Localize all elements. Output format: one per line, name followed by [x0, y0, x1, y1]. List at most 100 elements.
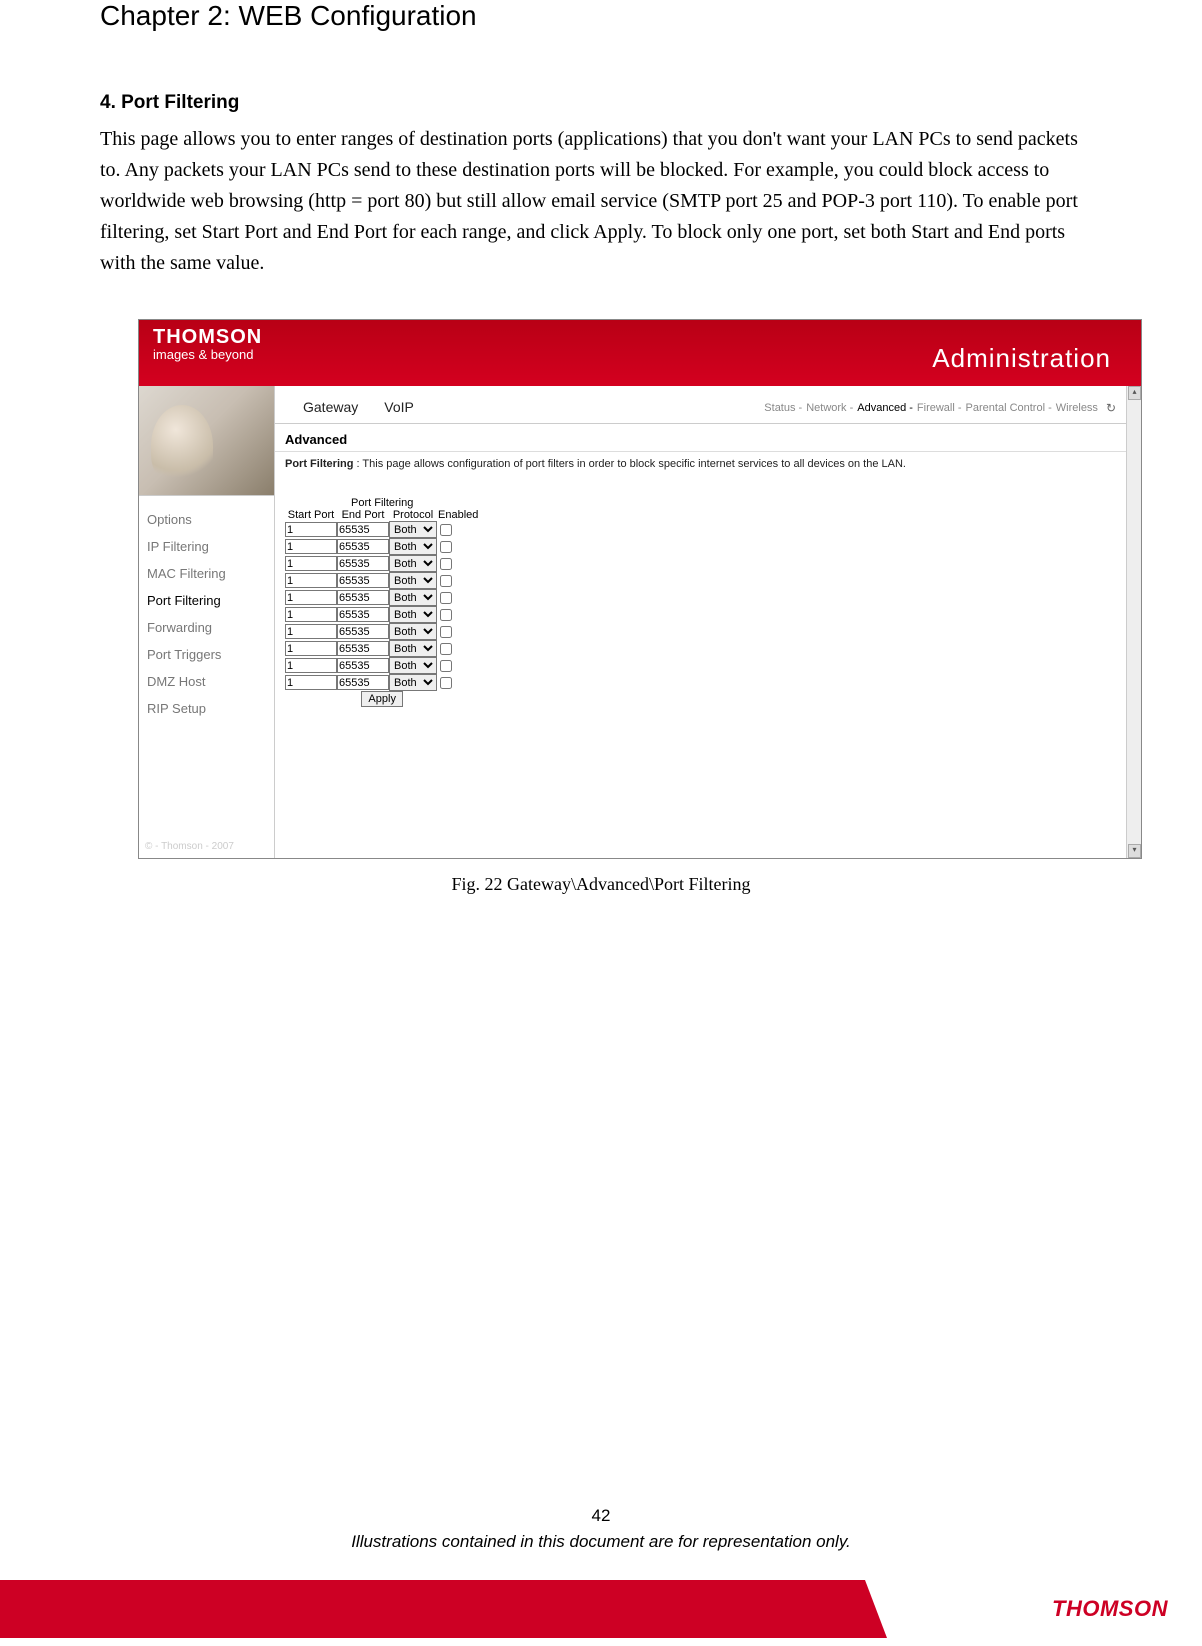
start-port-input[interactable] — [285, 522, 337, 537]
end-port-input[interactable] — [337, 590, 389, 605]
chevron-refresh-icon[interactable]: ↻ — [1106, 401, 1116, 415]
scrollbar[interactable]: ▴ ▾ — [1126, 386, 1141, 858]
admin-screenshot: THOMSON images & beyond Administration O… — [138, 319, 1142, 859]
sidebar-item-options[interactable]: Options — [147, 506, 274, 533]
subnav-status-[interactable]: Status - — [764, 402, 802, 414]
scroll-down-icon[interactable]: ▾ — [1128, 844, 1141, 858]
enabled-checkbox[interactable] — [440, 524, 452, 536]
subnav-wireless[interactable]: Wireless — [1056, 402, 1098, 414]
footer-red-bar — [0, 1580, 865, 1638]
enabled-checkbox[interactable] — [440, 609, 452, 621]
tab-gateway[interactable]: Gateway — [299, 389, 362, 423]
end-port-input[interactable] — [337, 641, 389, 656]
tab-voip[interactable]: VoIP — [380, 389, 418, 423]
end-port-input[interactable] — [337, 675, 389, 690]
sidebar-item-forwarding[interactable]: Forwarding — [147, 614, 274, 641]
protocol-select[interactable]: Both — [389, 589, 437, 606]
illustration-note: Illustrations contained in this document… — [0, 1532, 1202, 1552]
sidebar-photo — [139, 386, 274, 496]
end-port-input[interactable] — [337, 573, 389, 588]
table-caption: Port Filtering — [285, 497, 479, 509]
banner-tagline: images & beyond — [153, 348, 262, 362]
start-port-input[interactable] — [285, 556, 337, 571]
sidebar-item-mac-filtering[interactable]: MAC Filtering — [147, 560, 274, 587]
protocol-select[interactable]: Both — [389, 640, 437, 657]
table-row: Both — [285, 538, 479, 555]
desc-text: : This page allows configuration of port… — [353, 458, 906, 470]
table-row: Both — [285, 657, 479, 674]
subnav-advanced-[interactable]: Advanced - — [857, 402, 913, 414]
section-head: Advanced — [275, 424, 1141, 452]
start-port-input[interactable] — [285, 624, 337, 639]
col-protocol: Protocol — [389, 509, 437, 521]
table-row: Both — [285, 521, 479, 538]
start-port-input[interactable] — [285, 590, 337, 605]
col-end-port: End Port — [337, 509, 389, 521]
end-port-input[interactable] — [337, 539, 389, 554]
table-row: Both — [285, 589, 479, 606]
desc-line: Port Filtering : This page allows config… — [275, 452, 1141, 477]
start-port-input[interactable] — [285, 573, 337, 588]
figure-caption: Fig. 22 Gateway\Advanced\Port Filtering — [100, 874, 1102, 895]
table-row: Both — [285, 572, 479, 589]
chapter-title: Chapter 2: WEB Configuration — [100, 0, 1102, 32]
tab-bar: Gateway VoIP Status - Network - Advanced… — [275, 386, 1141, 424]
sidebar-item-port-filtering[interactable]: Port Filtering — [147, 587, 274, 614]
end-port-input[interactable] — [337, 624, 389, 639]
enabled-checkbox[interactable] — [440, 643, 452, 655]
end-port-input[interactable] — [337, 607, 389, 622]
end-port-input[interactable] — [337, 658, 389, 673]
protocol-select[interactable]: Both — [389, 538, 437, 555]
banner-brand: THOMSON — [153, 326, 262, 348]
col-start-port: Start Port — [285, 509, 337, 521]
protocol-select[interactable]: Both — [389, 674, 437, 691]
end-port-input[interactable] — [337, 556, 389, 571]
port-filter-table: Port Filtering Start PortEnd PortProtoco… — [285, 497, 479, 707]
section-title: 4. Port Filtering — [100, 92, 1102, 114]
sidebar-item-ip-filtering[interactable]: IP Filtering — [147, 533, 274, 560]
enabled-checkbox[interactable] — [440, 558, 452, 570]
banner-right: Administration — [932, 343, 1111, 374]
protocol-select[interactable]: Both — [389, 521, 437, 538]
body-paragraph: This page allows you to enter ranges of … — [100, 124, 1102, 279]
sidebar-item-dmz-host[interactable]: DMZ Host — [147, 668, 274, 695]
start-port-input[interactable] — [285, 539, 337, 554]
banner: THOMSON images & beyond Administration — [139, 320, 1141, 386]
enabled-checkbox[interactable] — [440, 575, 452, 587]
sidebar-item-port-triggers[interactable]: Port Triggers — [147, 641, 274, 668]
col-enabled: Enabled — [437, 509, 479, 521]
enabled-checkbox[interactable] — [440, 541, 452, 553]
protocol-select[interactable]: Both — [389, 606, 437, 623]
main-panel: Gateway VoIP Status - Network - Advanced… — [275, 386, 1141, 858]
start-port-input[interactable] — [285, 658, 337, 673]
start-port-input[interactable] — [285, 675, 337, 690]
apply-button[interactable]: Apply — [361, 691, 403, 707]
end-port-input[interactable] — [337, 522, 389, 537]
protocol-select[interactable]: Both — [389, 657, 437, 674]
scroll-up-icon[interactable]: ▴ — [1128, 386, 1141, 400]
subnav-firewall-[interactable]: Firewall - — [917, 402, 962, 414]
sidebar-copyright: © - Thomson - 2007 — [145, 841, 234, 852]
subnav-network-[interactable]: Network - — [806, 402, 853, 414]
protocol-select[interactable]: Both — [389, 572, 437, 589]
footer-brand: THOMSON — [1052, 1596, 1168, 1622]
table-row: Both — [285, 555, 479, 572]
enabled-checkbox[interactable] — [440, 660, 452, 672]
footer: 42 Illustrations contained in this docum… — [0, 1506, 1202, 1646]
protocol-select[interactable]: Both — [389, 623, 437, 640]
table-row: Both — [285, 606, 479, 623]
start-port-input[interactable] — [285, 607, 337, 622]
table-row: Both — [285, 640, 479, 657]
enabled-checkbox[interactable] — [440, 626, 452, 638]
sidebar-item-rip-setup[interactable]: RIP Setup — [147, 695, 274, 722]
sidebar: OptionsIP FilteringMAC FilteringPort Fil… — [139, 386, 275, 858]
table-row: Both — [285, 674, 479, 691]
start-port-input[interactable] — [285, 641, 337, 656]
protocol-select[interactable]: Both — [389, 555, 437, 572]
enabled-checkbox[interactable] — [440, 677, 452, 689]
page-number: 42 — [0, 1506, 1202, 1526]
enabled-checkbox[interactable] — [440, 592, 452, 604]
table-row: Both — [285, 623, 479, 640]
desc-label: Port Filtering — [285, 458, 353, 470]
subnav-parental-control-[interactable]: Parental Control - — [966, 402, 1052, 414]
